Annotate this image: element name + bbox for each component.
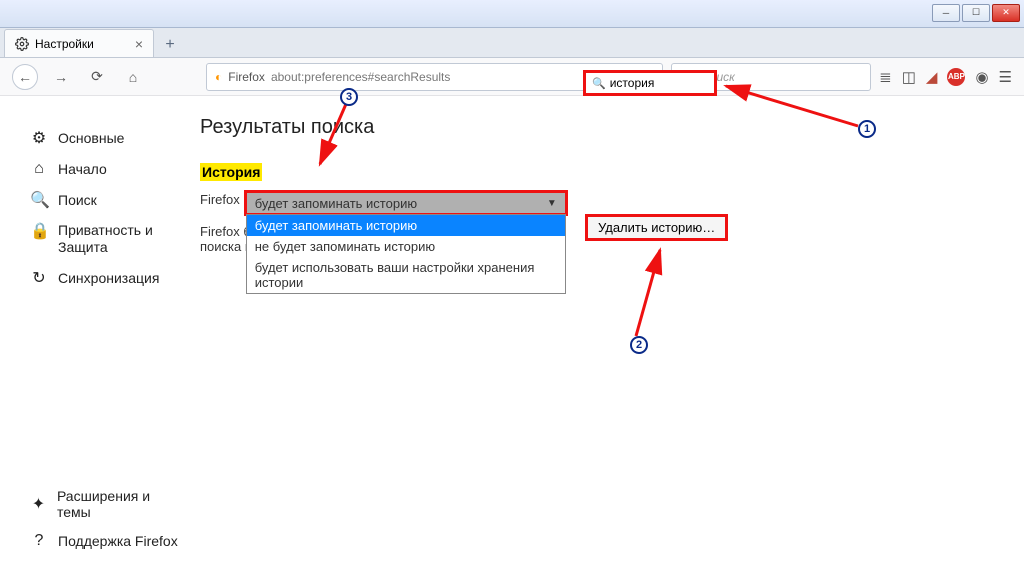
url-product-label: Firefox	[228, 70, 265, 84]
callout-marker-1: 1	[858, 120, 876, 138]
dropdown-option[interactable]: будет использовать ваши настройки хранен…	[247, 257, 565, 293]
sidebar-item-label: Поддержка Firefox	[58, 533, 178, 549]
sidebar-item-home[interactable]: ⌂ Начало	[20, 154, 190, 184]
callout-marker-2: 2	[630, 336, 648, 354]
history-firefox-label: Firefox	[200, 192, 240, 207]
browser-tab-bar: Настройки × +	[0, 28, 1024, 58]
sidebar-item-label: Приватность и Защита	[58, 222, 180, 256]
menu-icon[interactable]: ☰	[999, 68, 1012, 86]
tab-settings[interactable]: Настройки ×	[4, 29, 154, 57]
sidebar-item-label: Поиск	[58, 192, 97, 208]
page-title: Результаты поиска	[200, 116, 566, 139]
url-text: about:preferences#searchResults	[271, 70, 636, 84]
profile-icon[interactable]: ◉	[975, 68, 988, 86]
gear-icon: ⚙	[30, 128, 48, 148]
dropdown-selected-value: будет запоминать историю	[255, 196, 417, 211]
forward-button[interactable]: →	[48, 64, 74, 90]
search-icon: 🔍	[30, 190, 48, 210]
pocket-icon[interactable]: ◢	[926, 68, 938, 86]
chevron-down-icon: ▼	[547, 198, 557, 209]
sidebar-item-label: Основные	[58, 130, 124, 146]
preferences-main: Результаты поиска История Firefox будет …	[200, 96, 566, 294]
sidebar-item-search[interactable]: 🔍 Поиск	[20, 184, 190, 216]
tab-title: Настройки	[35, 37, 94, 51]
sidebar-item-privacy[interactable]: 🔒 Приватность и Защита	[20, 216, 190, 262]
window-minimize-button[interactable]: ─	[932, 4, 960, 22]
preferences-sidebar: ⚙ Основные ⌂ Начало 🔍 Поиск 🔒 Приватност…	[20, 96, 190, 294]
sidebar-item-extensions[interactable]: ✦ Расширения и темы	[20, 482, 190, 526]
dropdown-option[interactable]: будет запоминать историю	[247, 215, 565, 236]
lock-icon: 🔒	[30, 222, 48, 241]
gear-icon	[15, 37, 29, 51]
sidebar-item-sync[interactable]: ↻ Синхронизация	[20, 262, 190, 294]
reload-button[interactable]: ⟳	[84, 64, 110, 90]
tab-close-icon[interactable]: ×	[135, 36, 143, 52]
preferences-search-input[interactable]: 🔍 история	[585, 72, 715, 94]
history-section-heading: История	[200, 163, 262, 181]
navigation-toolbar: ← → ⟳ ⌂ ◐ Firefox about:preferences#sear…	[0, 58, 1024, 96]
home-icon: ⌂	[30, 160, 48, 178]
sidebar-item-label: Начало	[58, 161, 107, 177]
sidebar-item-general[interactable]: ⚙ Основные	[20, 122, 190, 154]
sidebar-item-support[interactable]: ? Поддержка Firefox	[20, 526, 190, 556]
firefox-icon: ◐	[215, 70, 222, 84]
sync-icon: ↻	[30, 268, 48, 288]
dropdown-option[interactable]: не будет запоминать историю	[247, 236, 565, 257]
sidebar-icon[interactable]: ◫	[902, 68, 916, 86]
history-mode-dropdown[interactable]: будет запоминать историю ▼ будет запомин…	[246, 192, 566, 214]
window-maximize-button[interactable]: ☐	[962, 4, 990, 22]
preferences-search-value: история	[610, 76, 655, 90]
sidebar-item-label: Расширения и темы	[57, 488, 180, 520]
window-close-button[interactable]: ✕	[992, 4, 1020, 22]
abp-addon-icon[interactable]: ABP	[947, 68, 965, 86]
library-icon[interactable]: ≣	[879, 68, 892, 86]
back-button[interactable]: ←	[12, 64, 38, 90]
home-button[interactable]: ⌂	[120, 64, 146, 90]
clear-history-button[interactable]: Удалить историю…	[587, 216, 726, 239]
puzzle-icon: ✦	[30, 494, 47, 514]
new-tab-button[interactable]: +	[158, 33, 182, 57]
window-titlebar: ─ ☐ ✕	[0, 0, 1024, 28]
callout-marker-3: 3	[340, 88, 358, 106]
search-icon: 🔍	[592, 77, 606, 90]
question-icon: ?	[30, 532, 48, 550]
sidebar-item-label: Синхронизация	[58, 270, 159, 286]
